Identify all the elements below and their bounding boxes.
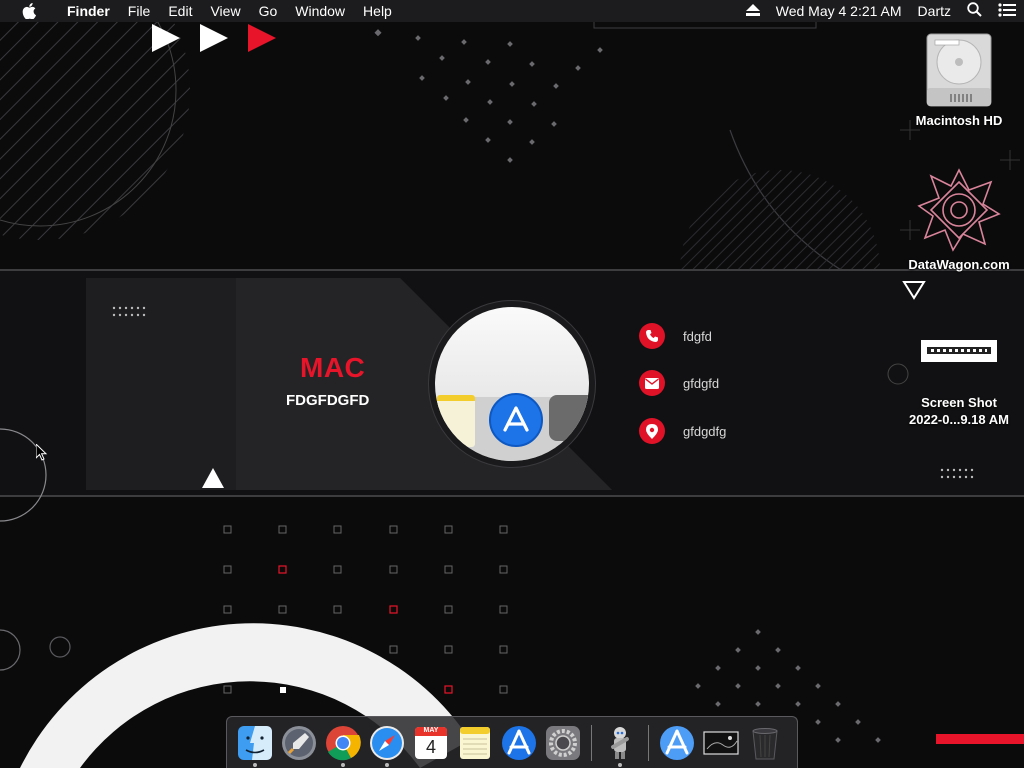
app-store-icon — [502, 725, 536, 760]
dock-zoom-image — [428, 300, 596, 468]
dock: MAY 4 — [226, 716, 798, 768]
desktop-icon-screenshot[interactable]: Screen Shot 2022-0...9.18 AM — [904, 338, 1014, 428]
apple-menu-icon[interactable] — [0, 3, 58, 19]
spotlight-search-icon[interactable] — [959, 2, 990, 20]
contact-mail-text: gfdgfd — [683, 375, 720, 391]
safari-icon — [370, 725, 404, 760]
contact-mail: gfdgfd — [639, 370, 719, 396]
menu-bar: Finder File Edit View Go Window Help Wed… — [0, 0, 1024, 22]
desktop-icon-datawagon[interactable]: DataWagon.com — [904, 168, 1014, 273]
notification-center-icon[interactable] — [990, 2, 1024, 20]
menu-user[interactable]: Dartz — [910, 3, 959, 19]
dock-item-trash[interactable] — [747, 725, 783, 761]
menu-clock[interactable]: Wed May 4 2:21 AM — [768, 3, 910, 19]
menu-app-name[interactable]: Finder — [58, 3, 119, 19]
card-title: MAC — [300, 352, 366, 383]
menu-file[interactable]: File — [119, 3, 160, 19]
dock-item-app-store[interactable] — [501, 725, 537, 761]
chrome-icon — [326, 725, 361, 760]
screenshot-stack-icon — [703, 730, 739, 755]
running-indicator — [253, 762, 257, 767]
notes-icon — [460, 726, 490, 759]
contact-location-text: gfdgdfg — [683, 423, 727, 439]
menu-help[interactable]: Help — [354, 3, 401, 19]
mail-icon — [639, 370, 665, 396]
desktop-icon-label: DataWagon.com — [908, 257, 1010, 272]
datawagon-logo-icon — [917, 168, 1001, 252]
trash-icon — [752, 727, 778, 759]
notes-icon — [437, 395, 475, 447]
running-indicator — [341, 762, 345, 767]
eject-icon[interactable] — [738, 3, 768, 19]
dock-item-chrome[interactable] — [325, 725, 361, 767]
dock-separator — [648, 724, 649, 761]
menu-view[interactable]: View — [201, 3, 249, 19]
card-subtitle: FDGFDGFD — [286, 392, 370, 409]
dock-item-notes[interactable] — [457, 725, 493, 761]
phone-icon — [639, 323, 665, 349]
dock-item-automator[interactable] — [602, 725, 638, 767]
running-indicator — [385, 762, 389, 767]
running-indicator — [618, 762, 622, 767]
menu-go[interactable]: Go — [250, 3, 287, 19]
dock-item-screenshot-stack[interactable] — [703, 725, 739, 761]
automator-icon — [611, 726, 629, 759]
contact-location: gfdgdfg — [639, 418, 726, 444]
calendar-month: MAY — [423, 726, 439, 734]
applications-folder-icon — [660, 725, 694, 760]
dock-item-calendar[interactable]: MAY 4 — [413, 725, 449, 761]
dock-item-safari[interactable] — [369, 725, 405, 767]
menu-window[interactable]: Window — [286, 3, 354, 19]
calendar-day: 4 — [425, 736, 436, 757]
menu-edit[interactable]: Edit — [159, 3, 201, 19]
dock-item-applications[interactable] — [659, 725, 695, 761]
desktop-icon-label: Screen Shot 2022-0...9.18 AM — [909, 395, 1009, 427]
screenshot-file-icon — [921, 340, 997, 362]
launchpad-icon — [282, 725, 316, 760]
location-pin-icon — [639, 418, 665, 444]
app-store-icon — [489, 393, 543, 447]
dock-separator — [591, 724, 592, 761]
desktop-icon-macintosh-hd[interactable]: Macintosh HD — [904, 32, 1014, 129]
contact-phone: fdgfd — [639, 323, 712, 349]
desktop-icon-label: Macintosh HD — [915, 113, 1003, 128]
dock-item-finder[interactable] — [237, 725, 273, 767]
dock-item-system-preferences[interactable] — [545, 725, 581, 761]
system-preferences-icon — [546, 725, 580, 760]
contact-phone-text: fdgfd — [683, 328, 712, 344]
hard-drive-icon — [923, 32, 995, 108]
system-preferences-icon — [549, 395, 589, 441]
dock-item-launchpad[interactable] — [281, 725, 317, 761]
mouse-cursor-icon — [35, 442, 48, 467]
finder-icon — [238, 725, 272, 760]
